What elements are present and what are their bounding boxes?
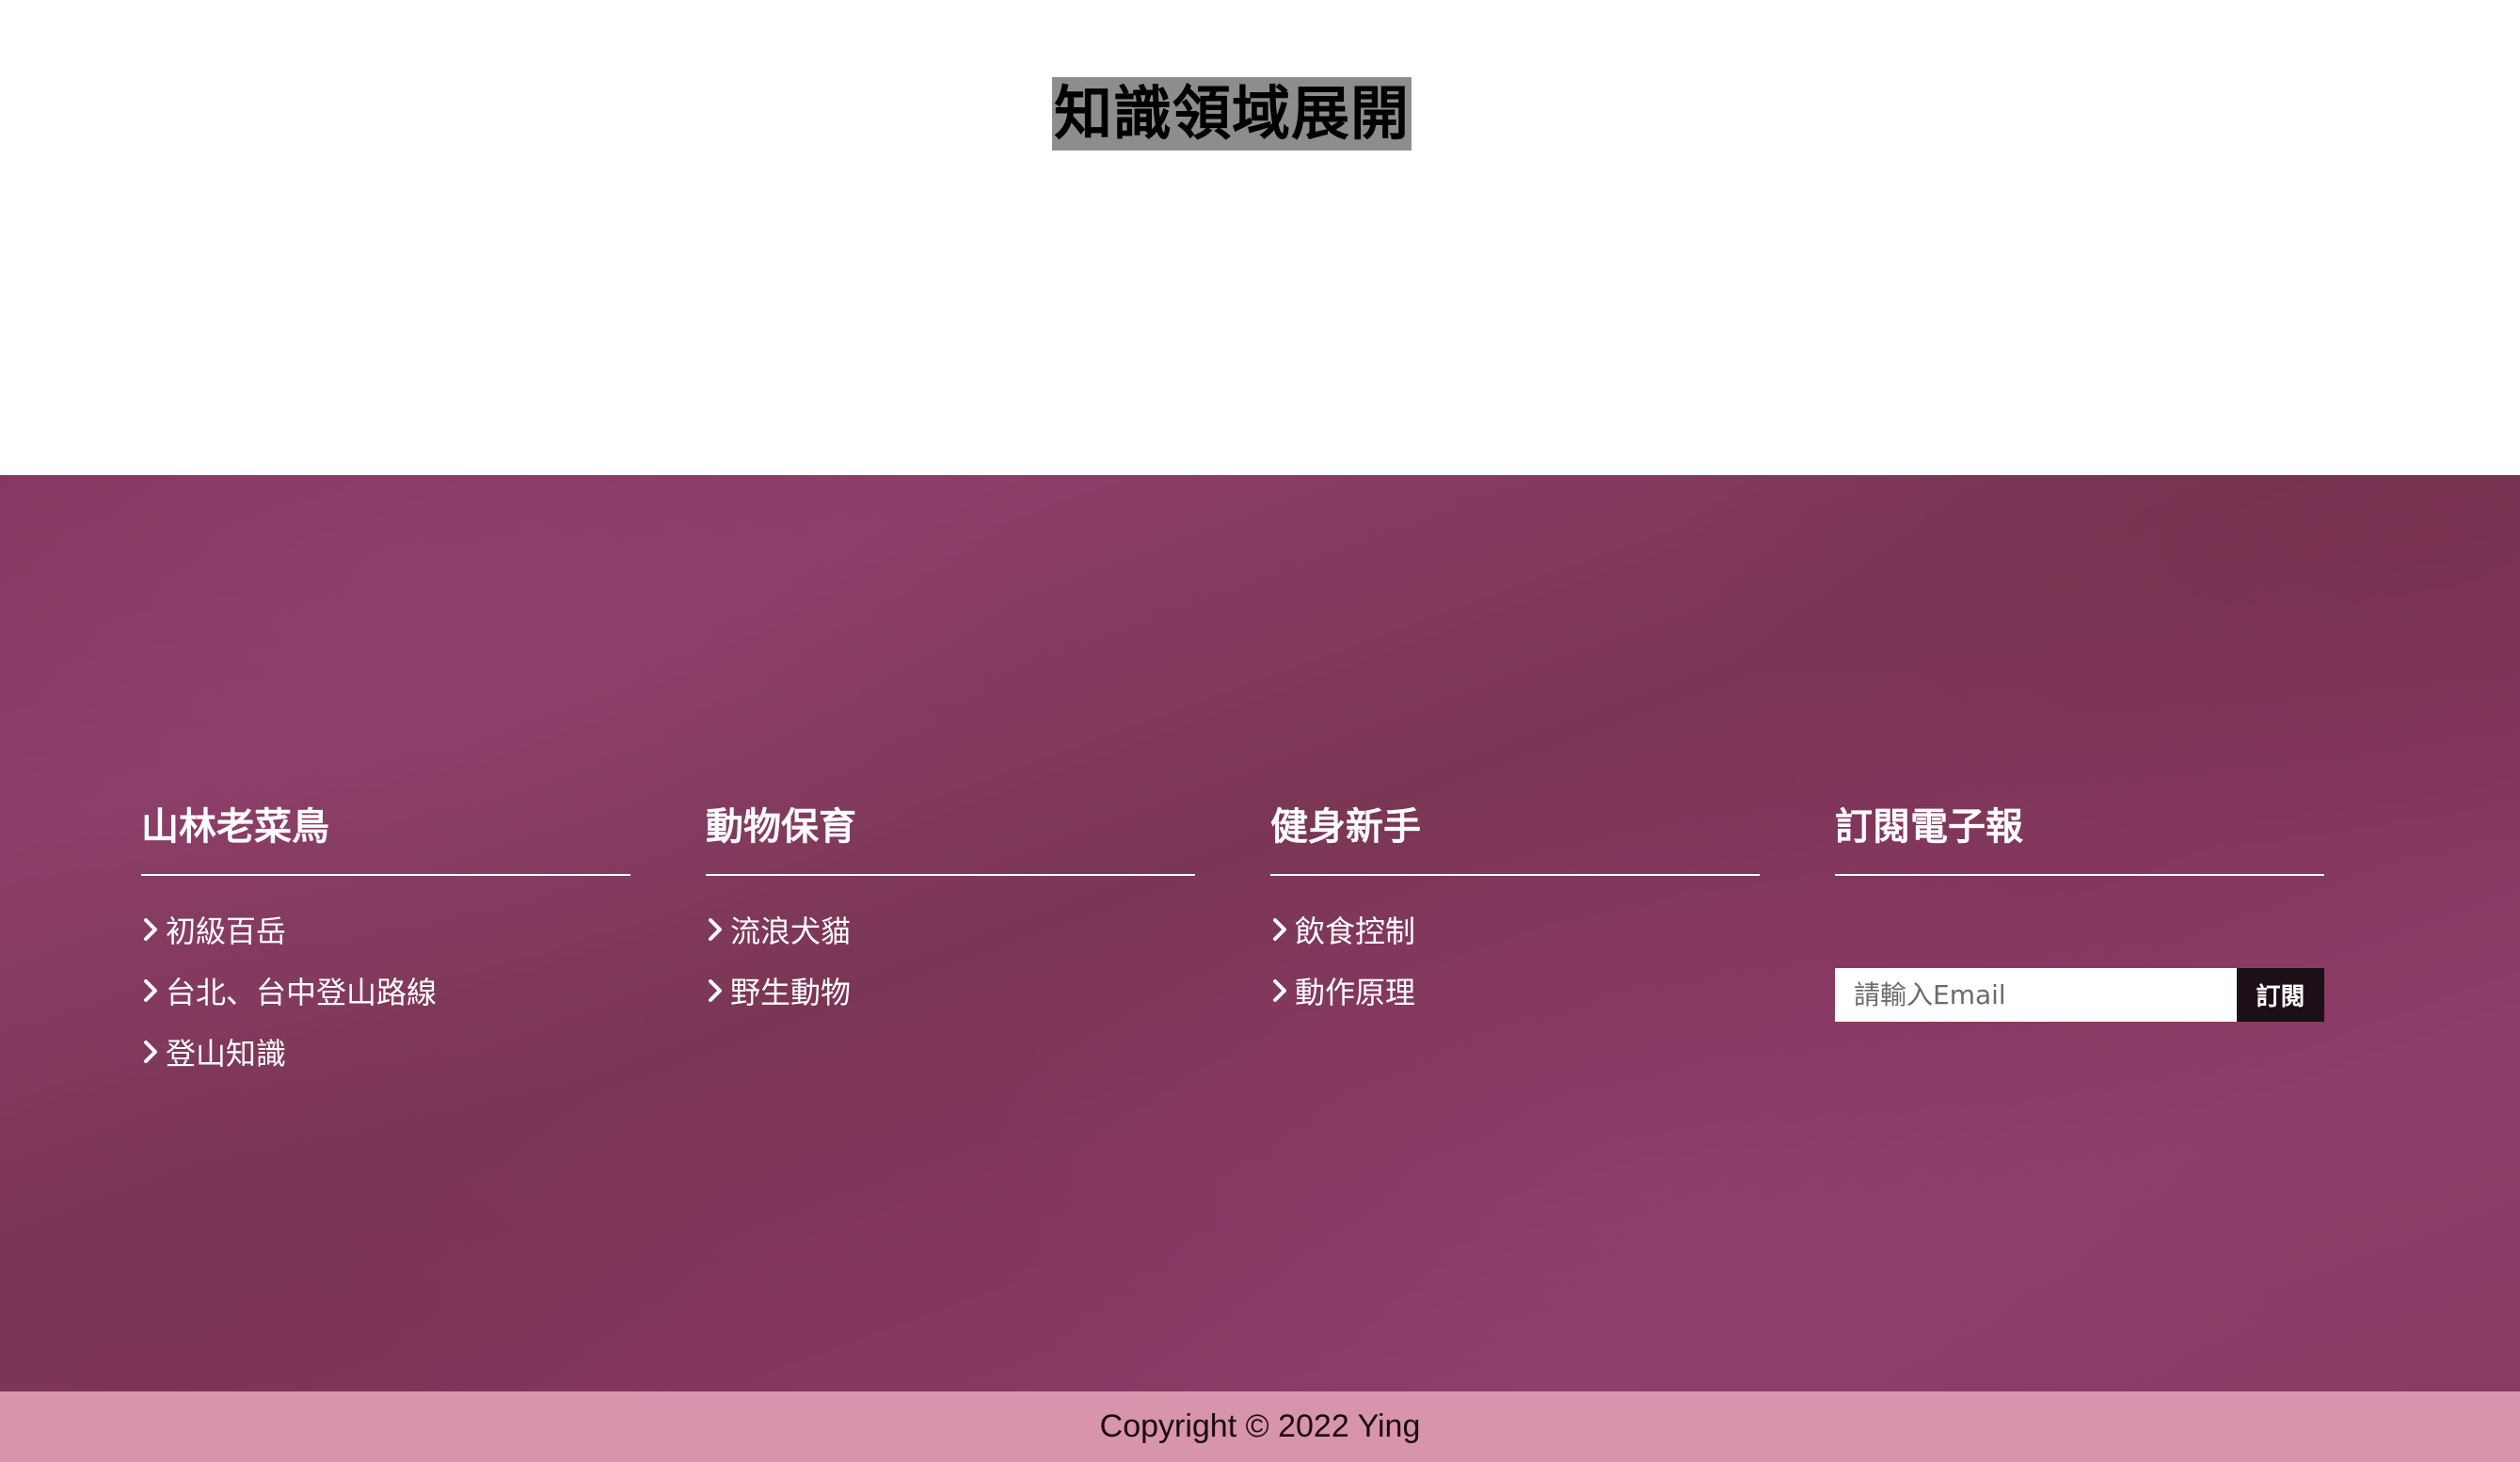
footer-link-list: 飲食控制 動作原理	[1270, 898, 1760, 1021]
footer-link-beginner-peaks[interactable]: 初級百岳	[141, 898, 630, 960]
footer-link-label: 動作原理	[1295, 974, 1416, 1010]
footer-column-mountain: 山林老菜鳥 初級百岳 台北、台中登山路線 登山知識	[141, 795, 630, 1082]
chevron-right-icon	[141, 911, 166, 948]
footer-link-diet-control[interactable]: 飲食控制	[1270, 898, 1760, 960]
footer-link-label: 初級百岳	[166, 913, 287, 949]
footer-divider	[1270, 874, 1760, 876]
footer-link-hiking-knowledge[interactable]: 登山知識	[141, 1021, 630, 1082]
footer-column-animals: 動物保育 流浪犬貓 野生動物	[706, 795, 1195, 1021]
footer-column-newsletter: 訂閱電子報 訂閱	[1835, 795, 2324, 1022]
content-section: 知識領域展開	[0, 0, 2520, 475]
chevron-right-icon	[706, 972, 730, 1009]
chevron-right-icon	[141, 1033, 166, 1071]
footer-link-label: 野生動物	[730, 974, 852, 1010]
chevron-right-icon	[141, 972, 166, 1009]
subscribe-button[interactable]: 訂閱	[2237, 968, 2324, 1022]
footer-link-list: 流浪犬貓 野生動物	[706, 898, 1195, 1021]
footer-link-label: 流浪犬貓	[730, 913, 852, 949]
footer-divider	[706, 874, 1195, 876]
footer-column-heading: 山林老菜鳥	[141, 805, 329, 849]
chevron-right-icon	[1270, 911, 1295, 948]
footer-link-label: 登山知識	[166, 1035, 287, 1072]
chevron-right-icon	[1270, 972, 1295, 1009]
footer-link-label: 台北、台中登山路線	[166, 974, 438, 1010]
email-field[interactable]	[1835, 968, 2237, 1022]
footer-link-wildlife[interactable]: 野生動物	[706, 960, 1195, 1021]
newsletter-form: 訂閱	[1835, 968, 2324, 1022]
copyright-text: Copyright © 2022 Ying	[1099, 1408, 1421, 1444]
footer-column-fitness: 健身新手 飲食控制 動作原理	[1270, 795, 1760, 1021]
chevron-right-icon	[706, 911, 730, 948]
footer-divider	[141, 874, 630, 876]
page-title: 知識領域展開	[1052, 77, 1412, 151]
footer-link-stray-pets[interactable]: 流浪犬貓	[706, 898, 1195, 960]
footer-link-label: 飲食控制	[1295, 913, 1416, 949]
newsletter-heading: 訂閱電子報	[1835, 805, 2023, 849]
footer-column-heading: 動物保育	[706, 805, 856, 849]
footer-link-hiking-routes[interactable]: 台北、台中登山路線	[141, 960, 630, 1021]
footer-column-heading: 健身新手	[1270, 805, 1421, 849]
footer-divider	[1835, 874, 2324, 876]
footer-link-list: 初級百岳 台北、台中登山路線 登山知識	[141, 898, 630, 1082]
footer-link-movement-principles[interactable]: 動作原理	[1270, 960, 1760, 1021]
site-footer: 山林老菜鳥 初級百岳 台北、台中登山路線 登山知識 動物保育 流浪犬貓 野生動物…	[0, 475, 2520, 1391]
copyright-bar: Copyright © 2022 Ying	[0, 1391, 2520, 1462]
